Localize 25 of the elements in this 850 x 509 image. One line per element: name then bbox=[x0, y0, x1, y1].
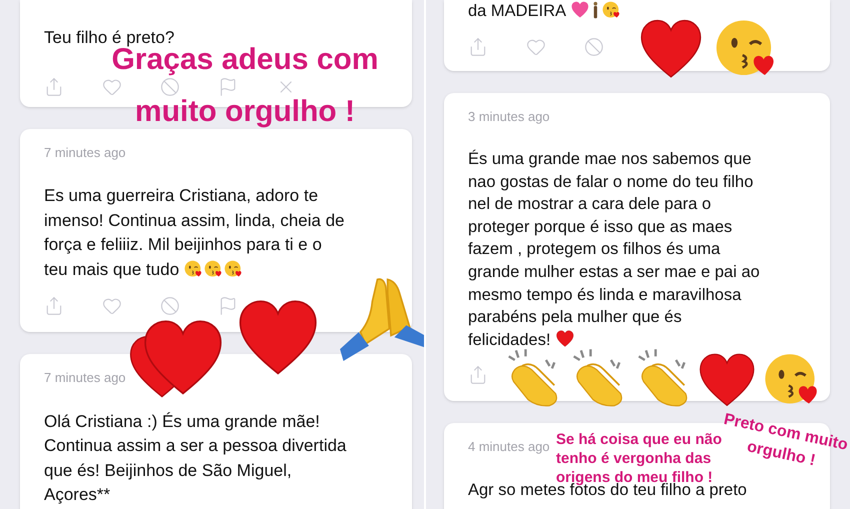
caption-text: muito orgulho ! bbox=[135, 97, 355, 127]
like-icon[interactable] bbox=[102, 296, 122, 316]
share-icon[interactable] bbox=[44, 296, 64, 316]
flag-icon[interactable] bbox=[218, 296, 238, 316]
caption-text: tenho é vergonha das bbox=[556, 449, 712, 468]
comment-text: És uma grande mae nos sabemos que nao gostas de falar o nome do teu filho nel de mostrar a cara dele para o proteger porque é isso que as maes fazem , protegem os filhos és uma grande mulher estas a ser mae e pai ao mesmo tempo és linda e maravilhosa parabéns pela mulher que és felicidades! bbox=[468, 148, 760, 351]
flag-icon[interactable] bbox=[218, 76, 238, 96]
share-icon[interactable] bbox=[44, 76, 64, 96]
block-icon[interactable] bbox=[584, 36, 604, 57]
like-icon[interactable] bbox=[102, 76, 122, 96]
timestamp: 4 minutes ago bbox=[468, 438, 550, 456]
comment-text: da MADEIRA bbox=[468, 0, 620, 23]
comment-text: Teu filho é preto? bbox=[44, 27, 174, 48]
like-icon[interactable] bbox=[526, 36, 546, 57]
caption-text: Se há coisa que eu não bbox=[556, 430, 722, 449]
timestamp: 7 minutes ago bbox=[44, 369, 126, 387]
share-icon[interactable] bbox=[468, 365, 488, 386]
timestamp: 7 minutes ago bbox=[44, 144, 126, 162]
block-icon[interactable] bbox=[160, 76, 180, 96]
comment-text: Es uma guerreira Cristiana, adoro te imenso! Continua assim, linda, cheia de força e feliiiz. Mil beijinhos para ti e o teu mais que tudo bbox=[44, 185, 344, 280]
caption-text: Graças adeus com bbox=[112, 45, 378, 75]
share-icon[interactable] bbox=[468, 36, 488, 57]
comment-text: Olá Cristiana :) És uma grande mãe! Continua assim a ser a pessoa divertida que és! Beijinhos de São Miguel, Açores** bbox=[44, 410, 346, 506]
timestamp: 3 minutes ago bbox=[468, 108, 550, 126]
block-icon[interactable] bbox=[160, 296, 180, 316]
